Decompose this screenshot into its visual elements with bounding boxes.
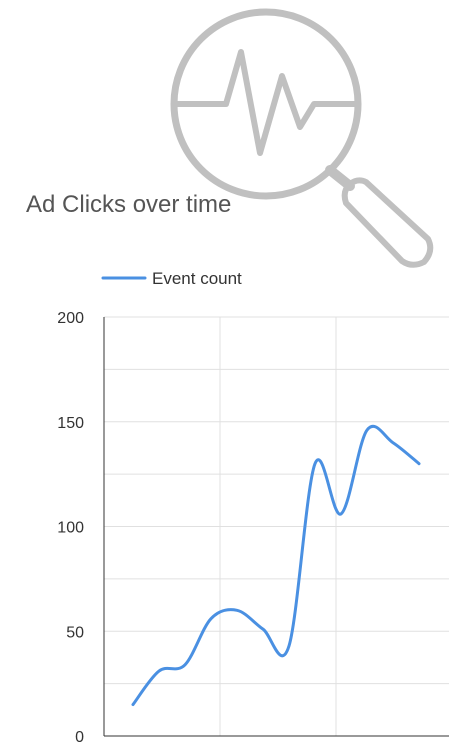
chart-title: Ad Clicks over time	[26, 191, 231, 218]
y-tick-label: 100	[57, 520, 84, 537]
legend-label: Event count	[152, 269, 242, 288]
chart-canvas: Ad Clicks over time Event count 0 50 100 15…	[26, 8, 449, 746]
series-line-event-count	[131, 424, 421, 707]
heartbeat-line	[173, 49, 359, 156]
y-tick-label: 50	[66, 624, 84, 641]
y-tick-labels: 0 50 100 150 200	[57, 310, 84, 746]
legend: Event count	[101, 269, 242, 288]
magnifier-heartbeat-icon	[170, 8, 434, 268]
y-tick-label: 0	[75, 729, 84, 746]
magnifier-grip	[341, 177, 434, 268]
series-group	[131, 424, 421, 707]
y-tick-label: 200	[57, 310, 84, 327]
y-tick-label: 150	[57, 415, 84, 432]
